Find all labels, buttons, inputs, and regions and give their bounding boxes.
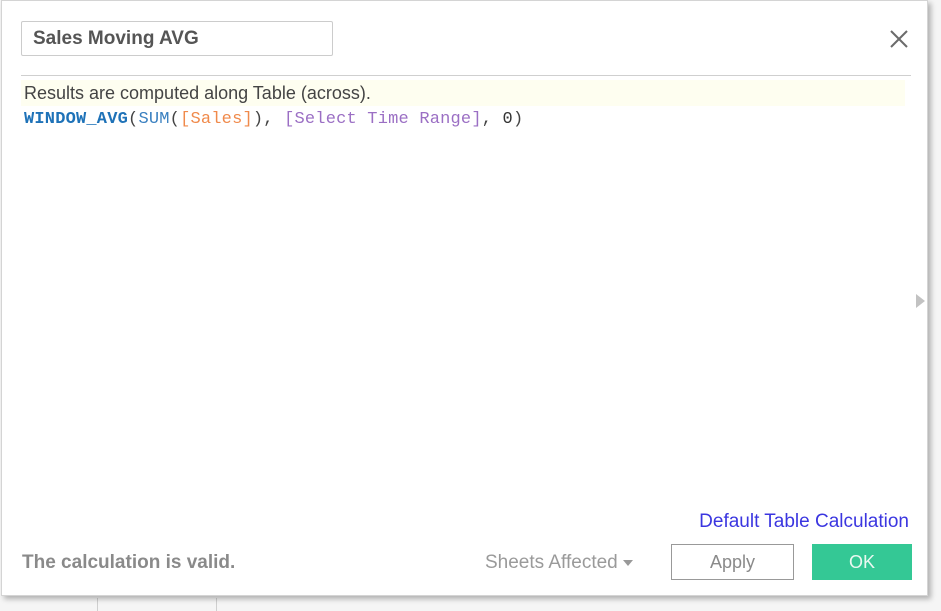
chevron-down-icon — [622, 559, 633, 566]
formula-field: [Sales] — [180, 110, 253, 129]
apply-button[interactable]: Apply — [671, 544, 794, 580]
calculation-editor-dialog: Results are computed along Table (across… — [1, 0, 928, 596]
close-button[interactable] — [886, 26, 912, 52]
info-banner: Results are computed along Table (across… — [21, 80, 905, 106]
formula-function: SUM — [138, 110, 170, 129]
sheets-affected-label: Sheets Affected — [485, 552, 618, 573]
background-divider — [97, 598, 98, 611]
formula-number: 0 — [502, 110, 513, 129]
formula-punctuation: , — [481, 110, 503, 129]
default-table-calculation-link[interactable]: Default Table Calculation — [699, 511, 909, 533]
close-icon — [890, 30, 908, 48]
formula-punctuation: ), — [252, 110, 285, 129]
ok-button[interactable]: OK — [812, 544, 912, 580]
formula-parameter: [Select Time Range] — [284, 110, 482, 129]
formula-punctuation: ( — [128, 110, 139, 129]
triangle-right-icon[interactable] — [916, 294, 925, 308]
header-separator — [21, 75, 911, 76]
sheets-affected-dropdown[interactable]: Sheets Affected — [485, 552, 633, 574]
formula-punctuation: ) — [512, 110, 524, 129]
info-banner-text: Results are computed along Table (across… — [24, 83, 371, 103]
validation-status: The calculation is valid. — [22, 552, 236, 573]
background-divider — [216, 598, 217, 611]
formula-editor[interactable]: WINDOW_AVG(SUM([Sales]), [Select Time Ra… — [24, 109, 523, 131]
calculation-name-input[interactable] — [21, 21, 333, 56]
formula-punctuation: ( — [169, 110, 181, 129]
formula-function: WINDOW_AVG — [24, 110, 129, 129]
